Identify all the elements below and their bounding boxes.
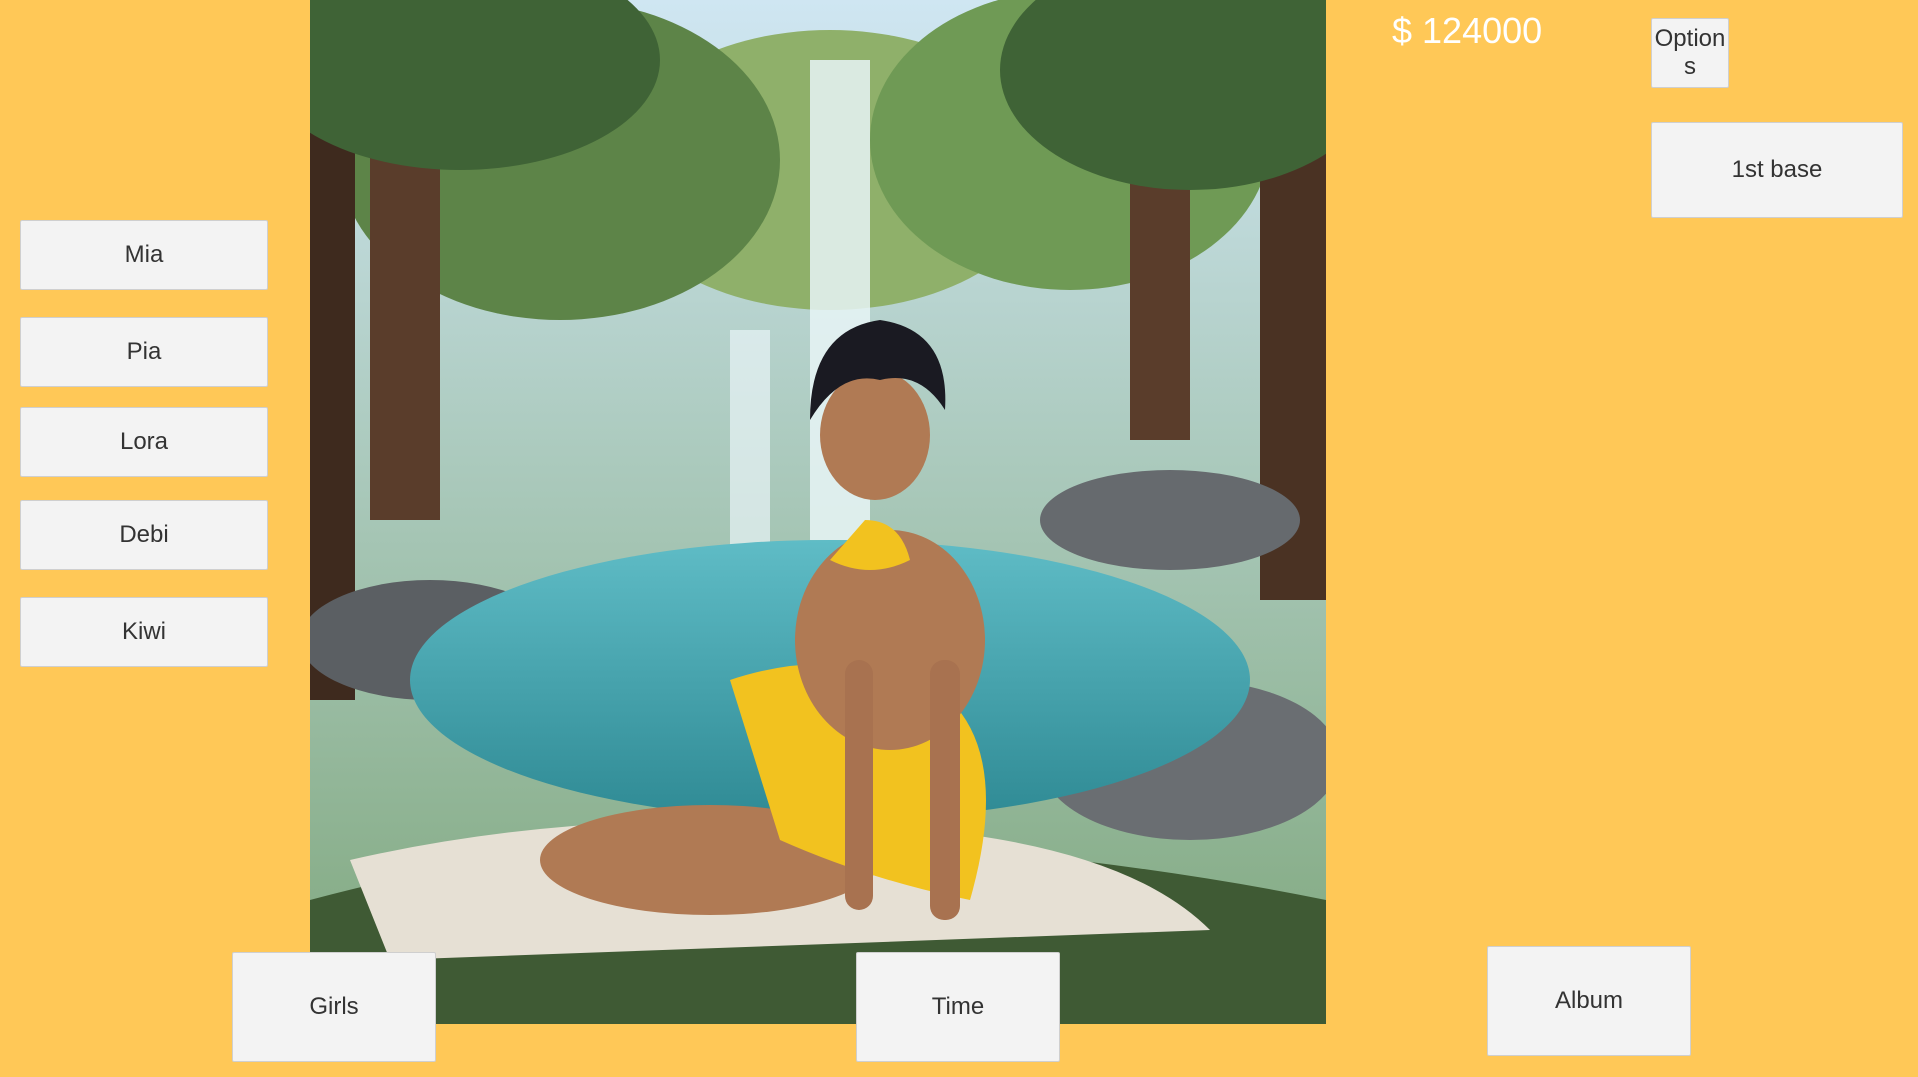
scene-image [310,0,1326,1024]
girl-button-debi[interactable]: Debi [20,500,268,570]
first-base-button[interactable]: 1st base [1651,122,1903,218]
girl-button-kiwi[interactable]: Kiwi [20,597,268,667]
album-button[interactable]: Album [1487,946,1691,1056]
time-button[interactable]: Time [856,952,1060,1062]
options-button[interactable]: Option s [1651,18,1729,88]
girls-button[interactable]: Girls [232,952,436,1062]
girl-button-pia[interactable]: Pia [20,317,268,387]
girl-button-lora[interactable]: Lora [20,407,268,477]
money-display: $ 124000 [1392,10,1543,51]
girl-button-mia[interactable]: Mia [20,220,268,290]
